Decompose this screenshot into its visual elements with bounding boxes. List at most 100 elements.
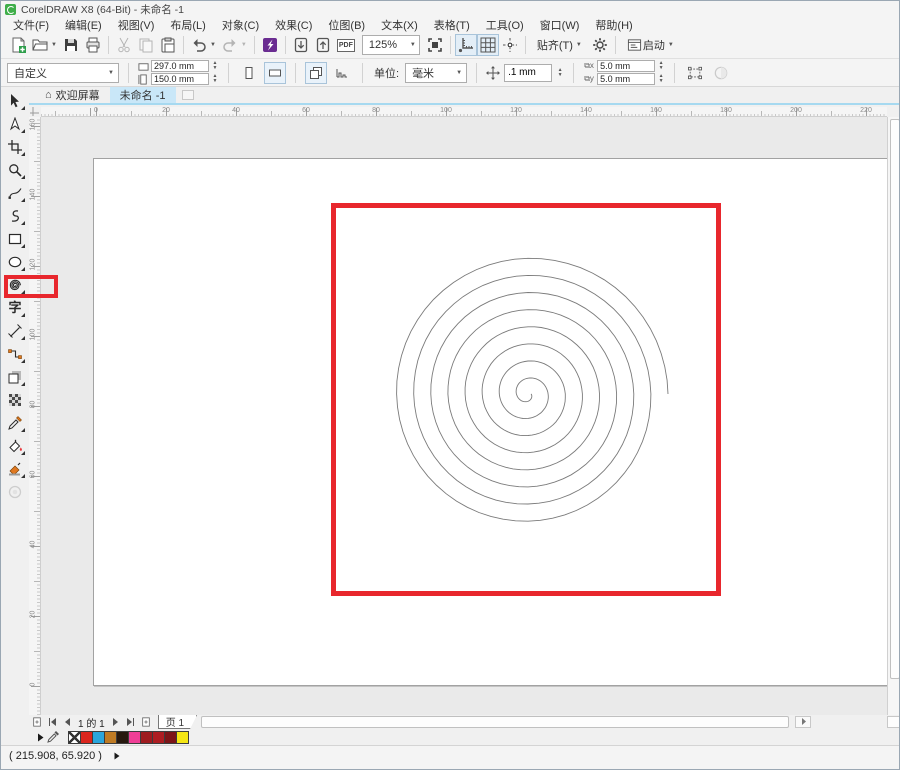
fullscreen-preview-button[interactable] [424, 34, 446, 56]
menu-item[interactable]: 工具(O) [478, 17, 532, 33]
zoom-tool[interactable] [3, 158, 27, 181]
new-tab-button[interactable] [182, 90, 194, 100]
duplicate-y-input[interactable] [597, 73, 655, 85]
menu-item[interactable]: 布局(L) [162, 17, 213, 33]
page-height-input[interactable] [151, 73, 209, 85]
nudge-stepper[interactable]: ▲▼ [556, 68, 564, 78]
spiral-tool[interactable] [3, 273, 27, 296]
show-grid-button[interactable] [477, 34, 499, 56]
treat-as-filled-button[interactable] [684, 62, 706, 84]
horizontal-ruler[interactable]: 020406080100120140160180200220 [41, 107, 887, 117]
copy-button[interactable] [135, 34, 157, 56]
page-1-tab[interactable]: 页 1 [158, 715, 197, 729]
menu-item[interactable]: 编辑(E) [57, 17, 110, 33]
units-select[interactable]: 毫米 ▼ [405, 63, 467, 83]
flyout-indicator [21, 198, 25, 202]
freehand-tool[interactable] [3, 181, 27, 204]
smart-fill-tool[interactable] [3, 457, 27, 480]
undo-button[interactable]: ▼ [188, 34, 219, 56]
shape-tool[interactable] [3, 112, 27, 135]
duplicate-y-stepper[interactable]: ▲▼ [657, 74, 665, 84]
text-tool[interactable]: 字 [3, 296, 27, 319]
first-page-button[interactable] [44, 716, 59, 729]
rectangle-tool[interactable] [3, 227, 27, 250]
import-button[interactable] [290, 34, 312, 56]
last-page-button[interactable] [124, 716, 139, 729]
show-guidelines-button[interactable] [499, 34, 521, 56]
tab-welcome-screen[interactable]: ⌂ 欢迎屏幕 [35, 87, 110, 103]
ruler-origin-corner[interactable] [29, 107, 41, 117]
publish-pdf-button[interactable]: PDF [334, 34, 358, 56]
tab-untitled-document[interactable]: 未命名 -1 [110, 87, 176, 103]
open-button[interactable]: ▼ [29, 34, 60, 56]
menu-item[interactable]: 文本(X) [373, 17, 426, 33]
vertical-scrollbar[interactable] [887, 117, 900, 715]
next-page-button[interactable] [109, 716, 124, 729]
menu-item[interactable]: 帮助(H) [587, 17, 640, 33]
portrait-button[interactable] [238, 62, 260, 84]
export-icon [315, 37, 331, 53]
menu-item[interactable]: 窗口(W) [532, 17, 588, 33]
menu-item[interactable]: 表格(T) [426, 17, 478, 33]
previous-page-button[interactable] [59, 716, 74, 729]
landscape-button[interactable] [264, 62, 286, 84]
flyout-indicator [21, 152, 25, 156]
nudge-offset-input[interactable] [504, 64, 552, 82]
horizontal-scrollbar-thumb[interactable] [201, 716, 789, 728]
shape-tool-icon [8, 117, 22, 131]
paste-button[interactable] [157, 34, 179, 56]
search-content-button[interactable] [259, 34, 281, 56]
menu-item[interactable]: 位图(B) [320, 17, 373, 33]
show-rulers-button[interactable] [455, 34, 477, 56]
print-button[interactable] [82, 34, 104, 56]
status-flyout-button[interactable] [114, 750, 120, 760]
drawing-canvas[interactable] [41, 117, 887, 715]
menu-item[interactable]: 文件(F) [5, 17, 57, 33]
spiral-icon [8, 278, 22, 292]
vertical-scrollbar-thumb[interactable] [890, 119, 900, 679]
page-width-stepper[interactable]: ▲▼ [211, 61, 219, 71]
transparency-tool[interactable] [3, 388, 27, 411]
duplicate-x-stepper[interactable]: ▲▼ [657, 61, 665, 71]
export-button[interactable] [312, 34, 334, 56]
add-page-after-button[interactable] [139, 716, 154, 729]
outline-tool[interactable] [3, 480, 27, 503]
horizontal-scrollbar[interactable] [199, 716, 885, 729]
all-pages-size-button[interactable] [305, 62, 327, 84]
menu-item[interactable]: 视图(V) [110, 17, 163, 33]
snap-to-button[interactable]: 贴齐(T)▼ [530, 34, 589, 56]
scroll-right-button[interactable] [795, 716, 811, 728]
connector-tool[interactable] [3, 342, 27, 365]
zoom-level-select[interactable]: 125%▼ [362, 35, 420, 55]
add-page-before-button[interactable] [29, 716, 44, 729]
artistic-media-tool[interactable] [3, 204, 27, 227]
vertical-ruler[interactable]: 160140120100806040200 [29, 117, 41, 715]
ellipse-tool[interactable] [3, 250, 27, 273]
launch-button[interactable]: 启动▼ [620, 34, 681, 56]
menu-item[interactable]: 对象(C) [214, 17, 267, 33]
page-height-stepper[interactable]: ▲▼ [211, 74, 219, 84]
status-bar: ( 215.908, 65.920 ) [1, 745, 899, 770]
redo-button[interactable]: ▼ [219, 34, 250, 56]
duplicate-x-input[interactable] [597, 60, 655, 72]
palette-eyedropper-button[interactable] [47, 731, 59, 743]
pick-tool[interactable] [3, 89, 27, 112]
current-page-size-button[interactable] [331, 62, 353, 84]
menu-item[interactable]: 效果(C) [267, 17, 320, 33]
color-swatch[interactable] [176, 731, 189, 744]
dimension-tool[interactable] [3, 319, 27, 342]
page-preset-select[interactable]: 自定义 ▼ [7, 63, 119, 83]
color-eyedropper-tool[interactable] [3, 411, 27, 434]
crop-tool-icon [8, 140, 22, 154]
palette-flyout-button[interactable] [37, 733, 44, 742]
duplicate-x-icon: ⧉x [583, 61, 595, 71]
wireframe-toggle-button[interactable] [710, 62, 732, 84]
drop-shadow-tool[interactable] [3, 365, 27, 388]
page-width-input[interactable] [151, 60, 209, 72]
crop-tool[interactable] [3, 135, 27, 158]
options-button[interactable] [589, 34, 611, 56]
interactive-fill-tool[interactable] [3, 434, 27, 457]
cut-button[interactable] [113, 34, 135, 56]
save-button[interactable] [60, 34, 82, 56]
new-button[interactable] [7, 34, 29, 56]
